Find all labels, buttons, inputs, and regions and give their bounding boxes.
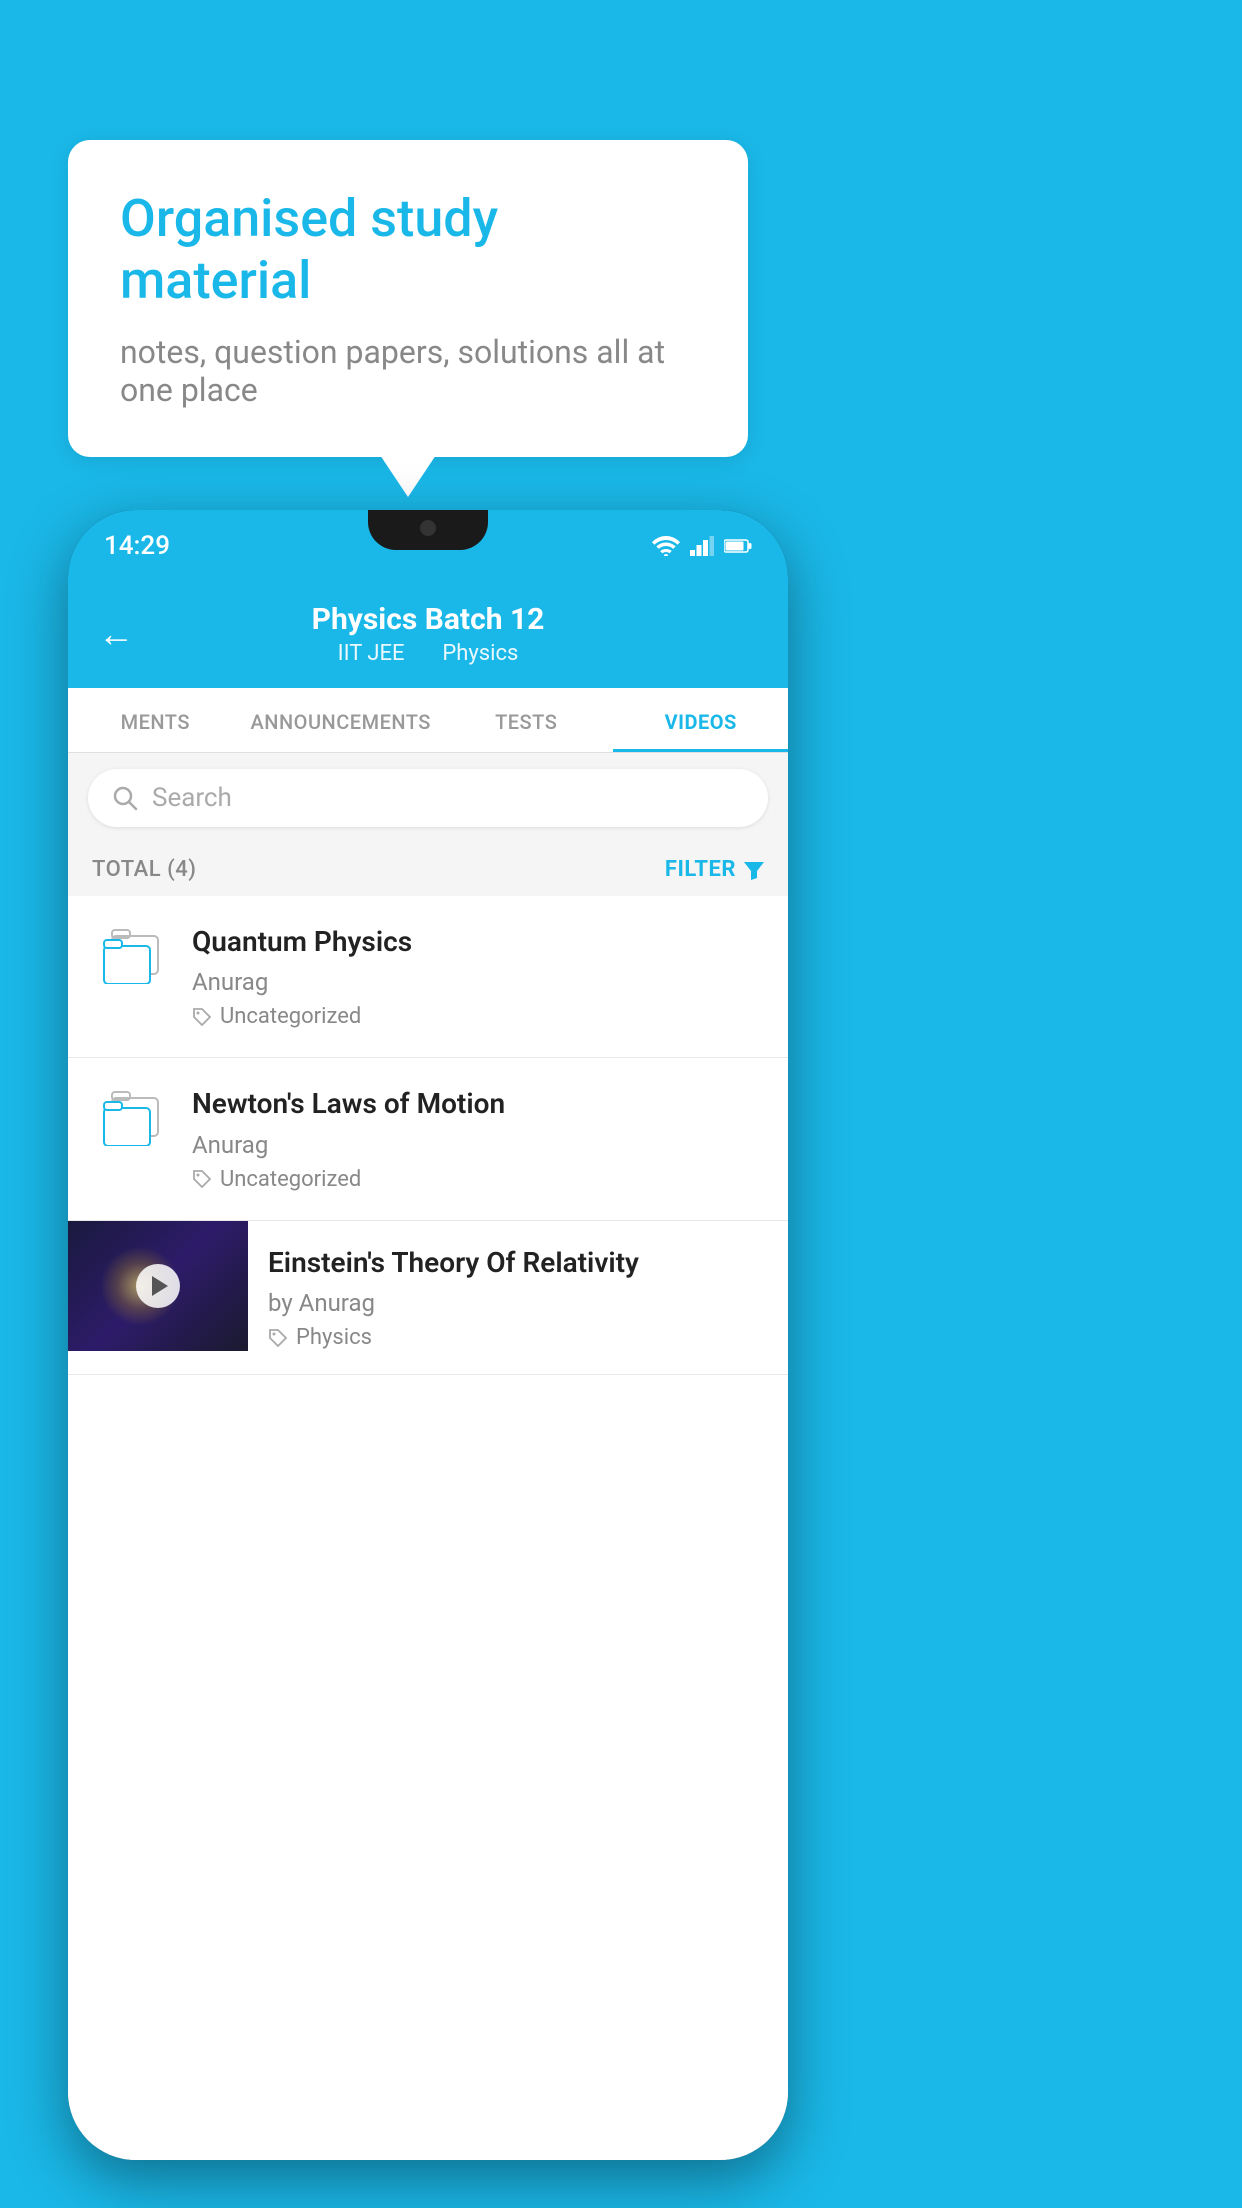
list-item[interactable]: Newton's Laws of Motion Anurag Uncategor… bbox=[68, 1058, 788, 1220]
header-center: Physics Batch 12 IIT JEE Physics bbox=[154, 602, 702, 666]
tab-ments[interactable]: MENTS bbox=[68, 688, 243, 752]
video-thumbnail bbox=[68, 1221, 248, 1351]
notch bbox=[368, 510, 488, 550]
item-title: Quantum Physics bbox=[192, 924, 764, 960]
search-placeholder: Search bbox=[152, 783, 232, 813]
tag-label: Uncategorized bbox=[220, 1004, 361, 1029]
tab-tests[interactable]: TESTS bbox=[439, 688, 614, 752]
app-header: ← Physics Batch 12 IIT JEE Physics bbox=[68, 582, 788, 688]
tag-icon bbox=[192, 1169, 212, 1189]
status-bar: 14:29 bbox=[68, 510, 788, 582]
speech-bubble-title: Organised study material bbox=[120, 188, 696, 313]
battery-icon bbox=[724, 538, 752, 554]
play-triangle bbox=[152, 1276, 168, 1296]
status-icons bbox=[652, 536, 752, 556]
tab-announcements[interactable]: ANNOUNCEMENTS bbox=[243, 688, 439, 752]
item-tag: Uncategorized bbox=[192, 1004, 764, 1029]
video-item-tag: Physics bbox=[268, 1325, 768, 1350]
item-title: Newton's Laws of Motion bbox=[192, 1086, 764, 1122]
back-button[interactable]: ← bbox=[98, 613, 134, 655]
total-count: TOTAL (4) bbox=[92, 857, 196, 882]
item-tag: Uncategorized bbox=[192, 1167, 764, 1192]
filter-button[interactable]: FILTER bbox=[665, 857, 764, 882]
header-subtitle: IIT JEE Physics bbox=[154, 641, 702, 666]
folder-icon bbox=[102, 928, 162, 984]
filter-label: FILTER bbox=[665, 857, 736, 882]
list-item[interactable]: Quantum Physics Anurag Uncategorized bbox=[68, 896, 788, 1058]
wifi-icon bbox=[652, 536, 680, 556]
tabs-bar: MENTS ANNOUNCEMENTS TESTS VIDEOS bbox=[68, 688, 788, 753]
phone-frame: 14:29 bbox=[68, 510, 788, 2160]
item-author: Anurag bbox=[192, 968, 764, 996]
search-icon bbox=[112, 785, 138, 811]
filter-row: TOTAL (4) FILTER bbox=[68, 843, 788, 896]
header-title: Physics Batch 12 bbox=[154, 602, 702, 637]
search-bar[interactable]: Search bbox=[88, 769, 768, 827]
video-item-content: Einstein's Theory Of Relativity by Anura… bbox=[248, 1221, 788, 1374]
tab-videos[interactable]: VIDEOS bbox=[613, 688, 788, 752]
camera bbox=[420, 520, 436, 536]
list-item-video[interactable]: Einstein's Theory Of Relativity by Anura… bbox=[68, 1221, 788, 1375]
tag-label: Uncategorized bbox=[220, 1167, 361, 1192]
speech-bubble-container: Organised study material notes, question… bbox=[68, 140, 748, 457]
folder-icon-container bbox=[92, 928, 172, 984]
video-item-author: by Anurag bbox=[268, 1289, 768, 1317]
tag-icon bbox=[192, 1007, 212, 1027]
filter-icon bbox=[744, 860, 764, 880]
speech-bubble-subtitle: notes, question papers, solutions all at… bbox=[120, 333, 696, 409]
status-time: 14:29 bbox=[104, 531, 170, 561]
play-button[interactable] bbox=[136, 1264, 180, 1308]
search-bar-container: Search bbox=[68, 753, 788, 843]
tag-icon bbox=[268, 1328, 288, 1348]
item-content: Newton's Laws of Motion Anurag Uncategor… bbox=[192, 1086, 764, 1191]
phone-screen: ← Physics Batch 12 IIT JEE Physics MENTS… bbox=[68, 582, 788, 2160]
video-item-title: Einstein's Theory Of Relativity bbox=[268, 1245, 768, 1281]
content-list: Quantum Physics Anurag Uncategorized bbox=[68, 896, 788, 2160]
tag-label: Physics bbox=[296, 1325, 372, 1350]
header-subtitle-part1: IIT JEE bbox=[338, 641, 405, 666]
item-content: Quantum Physics Anurag Uncategorized bbox=[192, 924, 764, 1029]
header-subtitle-part2: Physics bbox=[442, 641, 518, 666]
folder-icon bbox=[102, 1090, 162, 1146]
signal-icon bbox=[690, 536, 714, 556]
speech-bubble: Organised study material notes, question… bbox=[68, 140, 748, 457]
item-author: Anurag bbox=[192, 1131, 764, 1159]
folder-icon-container bbox=[92, 1090, 172, 1146]
